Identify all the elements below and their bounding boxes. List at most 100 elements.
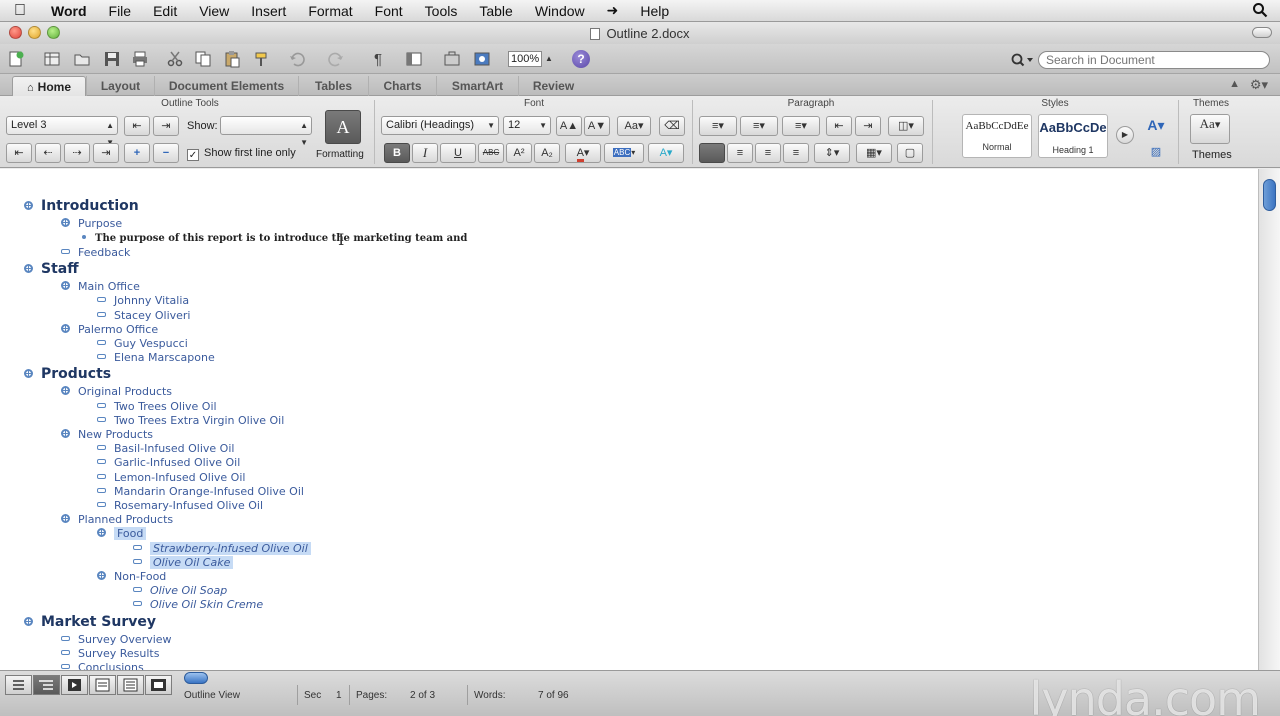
outline-heading-1[interactable]: Staff: [24, 261, 79, 277]
sidebar-icon[interactable]: [404, 49, 424, 69]
scrollbar-thumb[interactable]: [1263, 179, 1276, 211]
menu-format[interactable]: Format: [297, 3, 363, 19]
view-publishing-icon[interactable]: [61, 675, 88, 695]
outline-heading-2[interactable]: Original Products: [61, 384, 172, 398]
italic-button[interactable]: I: [412, 143, 438, 163]
align-center-icon[interactable]: ≡: [727, 143, 753, 163]
style-heading-1[interactable]: AaBbCcDe Heading 1: [1038, 114, 1108, 158]
outline-heading-2[interactable]: New Products: [61, 427, 153, 441]
outline-heading-4[interactable]: Olive Oil Soap: [133, 583, 227, 597]
outline-level-dropdown[interactable]: Level 3▲▼: [6, 116, 118, 147]
outline-expand-symbol-icon[interactable]: [24, 201, 33, 210]
outline-expand-symbol-icon[interactable]: [97, 528, 106, 538]
toolbar-toggle-button[interactable]: [1252, 27, 1272, 38]
outline-no-subtext-symbol-icon[interactable]: [97, 354, 106, 360]
menu-insert[interactable]: Insert: [240, 3, 297, 19]
outline-expand-symbol-icon[interactable]: [24, 264, 33, 274]
bold-button[interactable]: B: [384, 143, 410, 163]
outline-no-subtext-symbol-icon[interactable]: [97, 311, 106, 317]
show-formatting-icon[interactable]: ¶: [368, 49, 388, 69]
collapse-icon[interactable]: −: [153, 143, 179, 163]
tab-review[interactable]: Review: [518, 76, 588, 96]
menu-window[interactable]: Window: [524, 3, 596, 19]
outline-no-subtext-symbol-icon[interactable]: [97, 297, 106, 303]
collapse-ribbon-icon[interactable]: ▲: [1229, 78, 1240, 90]
undo-icon[interactable]: [287, 49, 307, 69]
outline-heading-3[interactable]: Johnny Vitalia: [97, 293, 189, 307]
outline-body-text[interactable]: The purpose of this report is to introdu…: [80, 230, 467, 244]
menu-tools[interactable]: Tools: [414, 3, 469, 19]
templates-icon[interactable]: [42, 49, 62, 69]
outline-expand-symbol-icon[interactable]: [24, 616, 33, 626]
outline-heading-3[interactable]: Non-Food: [97, 569, 166, 583]
menu-file[interactable]: File: [98, 3, 143, 19]
outline-expand-symbol-icon[interactable]: [97, 571, 106, 580]
outline-heading-1[interactable]: Market Survey: [24, 614, 156, 630]
outline-no-subtext-symbol-icon[interactable]: [133, 558, 142, 564]
columns-icon[interactable]: ◫▾: [888, 116, 924, 136]
outline-heading-3[interactable]: Two Trees Extra Virgin Olive Oil: [97, 413, 284, 427]
numbering-icon[interactable]: ≡▾: [740, 116, 778, 136]
decrease-indent-icon[interactable]: ⇤: [826, 116, 852, 136]
search-options-icon[interactable]: [1008, 51, 1036, 69]
outline-heading-3[interactable]: Two Trees Olive Oil: [97, 399, 217, 413]
style-normal[interactable]: AaBbCcDdEe Normal: [962, 114, 1032, 158]
shading-icon[interactable]: ▦▾: [856, 143, 892, 163]
tab-home[interactable]: ⌂ Home: [12, 76, 86, 96]
menu-app-word[interactable]: Word: [40, 3, 98, 19]
line-spacing-icon[interactable]: ⇕▾: [814, 143, 850, 163]
view-slider-thumb[interactable]: [184, 672, 208, 684]
view-print-layout-icon[interactable]: [89, 675, 116, 695]
text-effects-icon[interactable]: A▾: [648, 143, 684, 163]
promote-to-heading-icon[interactable]: ⇤: [6, 143, 32, 163]
outline-heading-3[interactable]: Garlic-Infused Olive Oil: [97, 455, 240, 469]
zoom-field[interactable]: 100%: [508, 51, 542, 67]
tab-smartart[interactable]: SmartArt: [436, 76, 518, 96]
outline-no-subtext-symbol-icon[interactable]: [61, 249, 70, 254]
styles-text-icon[interactable]: A▾: [1143, 116, 1169, 136]
outline-no-subtext-symbol-icon[interactable]: [97, 487, 106, 493]
promote-icon[interactable]: ⇤: [124, 116, 150, 136]
view-notebook-icon[interactable]: [117, 675, 144, 695]
shrink-font-icon[interactable]: A▼: [584, 116, 610, 136]
outline-heading-2[interactable]: Main Office: [61, 279, 140, 293]
outline-heading-2[interactable]: Survey Overview: [61, 632, 172, 646]
outline-no-subtext-symbol-icon[interactable]: [97, 402, 106, 408]
outline-body-bullet-icon[interactable]: [82, 235, 86, 240]
superscript-icon[interactable]: A²: [506, 143, 532, 163]
media-browser-icon[interactable]: [472, 49, 492, 69]
show-level-dropdown[interactable]: ▲ ▼: [220, 116, 312, 147]
ribbon-settings-gear-icon[interactable]: ⚙▾: [1250, 77, 1268, 93]
outline-heading-2[interactable]: Palermo Office: [61, 322, 158, 336]
new-document-icon[interactable]: [6, 49, 26, 69]
redo-icon[interactable]: [326, 49, 346, 69]
justify-icon[interactable]: ≡: [783, 143, 809, 163]
outline-no-subtext-symbol-icon[interactable]: [61, 649, 70, 655]
outline-expand-symbol-icon[interactable]: [61, 386, 70, 396]
menu-help[interactable]: Help: [629, 3, 680, 19]
outline-expand-symbol-icon[interactable]: [61, 514, 70, 524]
spotlight-icon[interactable]: [1252, 2, 1268, 18]
outline-heading-4[interactable]: Olive Oil Cake: [133, 555, 234, 569]
grow-font-icon[interactable]: A▲: [556, 116, 582, 136]
outline-no-subtext-symbol-icon[interactable]: [97, 416, 106, 422]
script-menu-icon[interactable]: ➜: [596, 2, 630, 19]
outline-heading-1[interactable]: Introduction: [24, 198, 139, 214]
bullets-icon[interactable]: ≡▾: [699, 116, 737, 136]
apple-menu-icon[interactable]: : [0, 2, 40, 20]
outline-heading-3[interactable]: Rosemary-Infused Olive Oil: [97, 498, 263, 512]
outline-no-subtext-symbol-icon[interactable]: [97, 459, 106, 465]
demote-to-body-icon[interactable]: ⇥: [93, 143, 119, 163]
themes-gallery-icon[interactable]: Aa▾: [1190, 114, 1230, 144]
open-icon[interactable]: [72, 49, 92, 69]
manage-styles-icon[interactable]: ▨: [1145, 143, 1167, 163]
clear-formatting-icon[interactable]: ⌫: [659, 116, 685, 136]
tab-tables[interactable]: Tables: [298, 76, 368, 96]
demote-one-level-icon[interactable]: ⇢: [64, 143, 90, 163]
align-left-icon[interactable]: [699, 143, 725, 163]
outline-heading-3[interactable]: Basil-Infused Olive Oil: [97, 441, 234, 455]
menu-font[interactable]: Font: [364, 3, 414, 19]
paste-icon[interactable]: [222, 49, 242, 69]
cut-icon[interactable]: [165, 49, 185, 69]
tab-charts[interactable]: Charts: [368, 76, 436, 96]
